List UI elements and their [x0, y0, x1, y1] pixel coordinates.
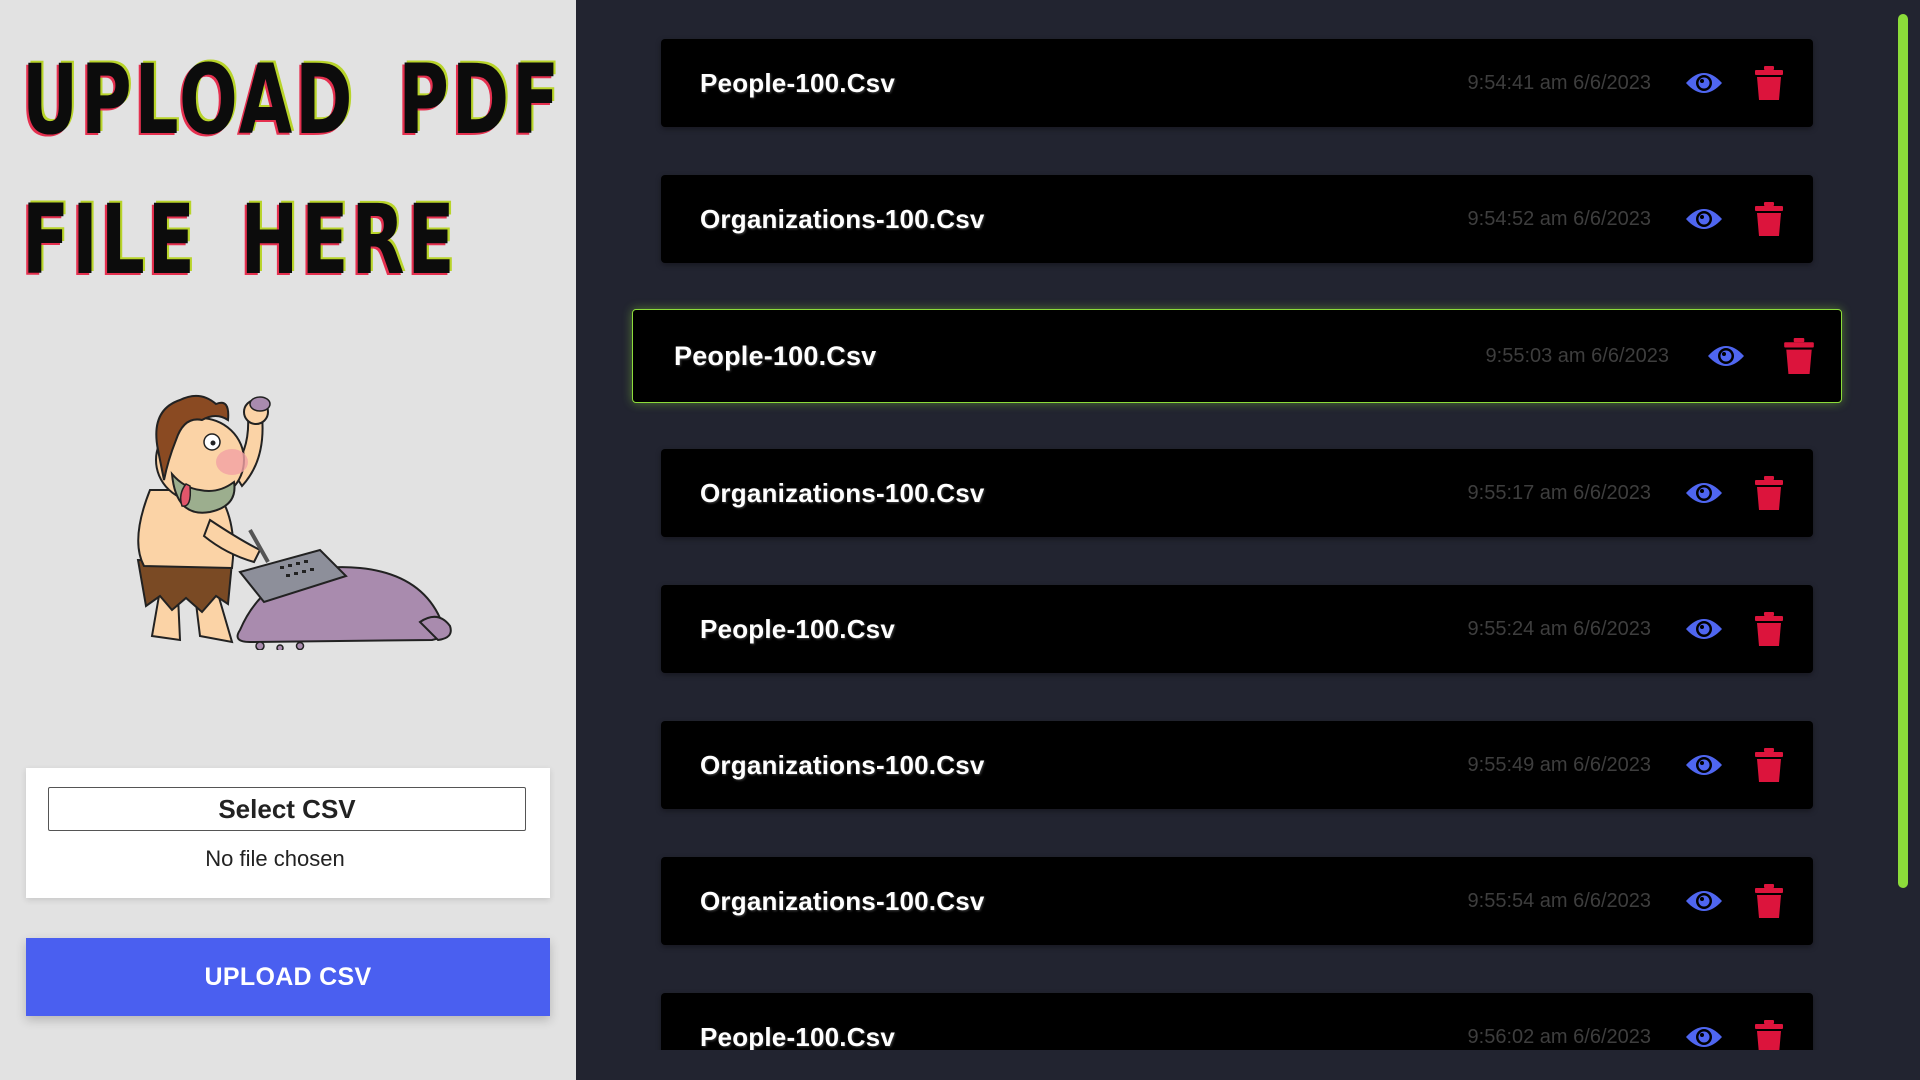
eye-icon	[1686, 755, 1722, 775]
file-row[interactable]: Organizations-100.Csv 9:55:17 am 6/6/202…	[661, 449, 1813, 537]
caveman-illustration	[136, 394, 452, 650]
file-timestamp: 9:55:03 am 6/6/2023	[1485, 345, 1669, 367]
view-button[interactable]	[1680, 175, 1728, 263]
view-button[interactable]	[1680, 993, 1728, 1050]
file-row[interactable]: Organizations-100.Csv 9:55:49 am 6/6/202…	[661, 721, 1813, 809]
view-button[interactable]	[1680, 721, 1728, 809]
eye-icon	[1686, 73, 1722, 93]
file-name: Organizations-100.Csv	[700, 750, 985, 780]
file-name: Organizations-100.Csv	[700, 204, 985, 234]
heading-line-2: FILE HERE	[22, 184, 458, 296]
delete-button[interactable]	[1745, 585, 1793, 673]
file-timestamp: 9:55:17 am 6/6/2023	[1467, 482, 1651, 504]
file-name: People-100.Csv	[700, 614, 896, 644]
file-timestamp: 9:55:49 am 6/6/2023	[1467, 754, 1651, 776]
file-row[interactable]: Organizations-100.Csv 9:54:52 am 6/6/202…	[661, 175, 1813, 263]
file-row[interactable]: Organizations-100.Csv 9:55:54 am 6/6/202…	[661, 857, 1813, 945]
view-button[interactable]	[1702, 310, 1750, 402]
trash-icon	[1755, 1020, 1783, 1050]
file-name: People-100.Csv	[700, 1022, 896, 1050]
delete-button[interactable]	[1745, 857, 1793, 945]
trash-icon	[1755, 884, 1783, 918]
file-list: People-100.Csv 9:54:41 am 6/6/2023 Organ…	[576, 0, 1920, 1050]
scrollbar[interactable]	[1898, 14, 1908, 888]
select-csv-button[interactable]: Select CSV	[48, 787, 526, 831]
eye-icon	[1708, 346, 1744, 366]
eye-icon	[1686, 209, 1722, 229]
file-name: People-100.Csv	[674, 341, 877, 371]
file-row-selected[interactable]: People-100.Csv 9:55:03 am 6/6/2023	[632, 309, 1842, 403]
trash-icon	[1755, 748, 1783, 782]
file-name: Organizations-100.Csv	[700, 478, 985, 508]
delete-button[interactable]	[1775, 310, 1823, 402]
file-row[interactable]: People-100.Csv 9:54:41 am 6/6/2023	[661, 39, 1813, 127]
page-title: UPLOAD PDF FILE HERE	[22, 30, 563, 310]
file-row[interactable]: People-100.Csv 9:56:02 am 6/6/2023	[661, 993, 1813, 1050]
eye-icon	[1686, 483, 1722, 503]
file-timestamp: 9:54:52 am 6/6/2023	[1467, 208, 1651, 230]
file-timestamp: 9:56:02 am 6/6/2023	[1467, 1026, 1651, 1048]
upload-panel: UPLOAD PDF FILE HERE Select CSV No file …	[0, 0, 576, 1080]
trash-icon	[1755, 476, 1783, 510]
file-row[interactable]: People-100.Csv 9:55:24 am 6/6/2023	[661, 585, 1813, 673]
delete-button[interactable]	[1745, 39, 1793, 127]
eye-icon	[1686, 891, 1722, 911]
delete-button[interactable]	[1745, 449, 1793, 537]
file-input-card: Select CSV No file chosen	[26, 768, 550, 898]
delete-button[interactable]	[1745, 175, 1793, 263]
trash-icon	[1755, 66, 1783, 100]
file-timestamp: 9:55:54 am 6/6/2023	[1467, 890, 1651, 912]
file-name: Organizations-100.Csv	[700, 886, 985, 916]
trash-icon	[1755, 202, 1783, 236]
trash-icon	[1784, 338, 1814, 374]
delete-button[interactable]	[1745, 993, 1793, 1050]
file-name: People-100.Csv	[700, 68, 896, 98]
file-timestamp: 9:54:41 am 6/6/2023	[1467, 72, 1651, 94]
view-button[interactable]	[1680, 39, 1728, 127]
view-button[interactable]	[1680, 585, 1728, 673]
heading-line-1: UPLOAD PDF	[22, 44, 563, 156]
trash-icon	[1755, 612, 1783, 646]
delete-button[interactable]	[1745, 721, 1793, 809]
eye-icon	[1686, 1027, 1722, 1047]
upload-csv-button[interactable]: UPLOAD CSV	[26, 938, 550, 1016]
file-status-text: No file chosen	[205, 846, 345, 871]
file-timestamp: 9:55:24 am 6/6/2023	[1467, 618, 1651, 640]
view-button[interactable]	[1680, 449, 1728, 537]
view-button[interactable]	[1680, 857, 1728, 945]
eye-icon	[1686, 619, 1722, 639]
